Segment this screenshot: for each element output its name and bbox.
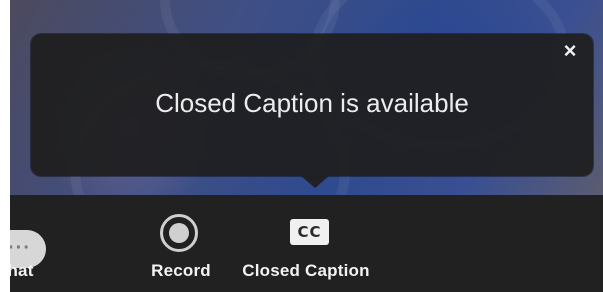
meeting-toolbar: ··· Chat Record CC Closed Caption — [10, 195, 603, 292]
record-icon-dot — [169, 223, 189, 243]
chat-icon-dots: ··· — [10, 237, 31, 259]
closed-caption-button[interactable]: CC Closed Caption — [236, 195, 376, 292]
closed-caption-label: Closed Caption — [242, 261, 370, 280]
close-icon[interactable]: × — [559, 40, 581, 62]
closed-caption-tooltip: × Closed Caption is available — [31, 34, 593, 188]
tooltip-pointer — [301, 176, 329, 188]
tooltip-message: Closed Caption is available — [155, 88, 469, 118]
closed-caption-icon: CC — [290, 219, 329, 245]
chat-label: Chat — [10, 261, 34, 280]
record-icon — [160, 214, 198, 252]
